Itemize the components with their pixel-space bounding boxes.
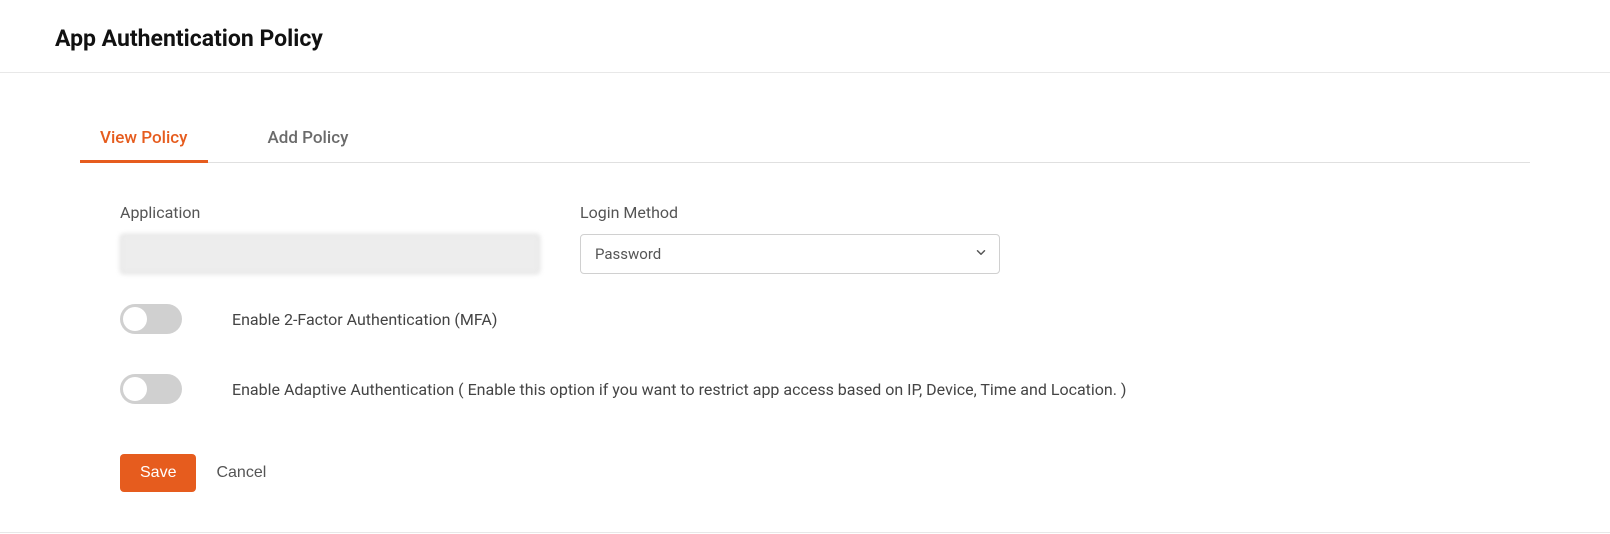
toggle-mfa-knob: [123, 307, 147, 331]
form-body: Application Login Method Password: [80, 163, 1530, 532]
toggle-row-mfa: Enable 2-Factor Authentication (MFA): [120, 304, 1510, 334]
bottom-divider: [0, 532, 1610, 533]
tab-bar: View Policy Add Policy: [80, 118, 1530, 163]
login-method-select-wrap: Password: [580, 234, 1000, 274]
application-input[interactable]: [120, 234, 540, 274]
tab-view-policy[interactable]: View Policy: [80, 118, 208, 163]
page-header: App Authentication Policy: [0, 0, 1610, 73]
login-method-select[interactable]: Password: [580, 234, 1000, 274]
page-title: App Authentication Policy: [55, 25, 1580, 52]
toggle-adaptive[interactable]: [120, 374, 182, 404]
toggle-mfa-label: Enable 2-Factor Authentication (MFA): [232, 310, 497, 329]
cancel-button[interactable]: Cancel: [216, 464, 266, 482]
application-label: Application: [120, 203, 540, 222]
login-method-field-group: Login Method Password: [580, 203, 1000, 274]
tab-add-policy[interactable]: Add Policy: [248, 118, 369, 163]
application-field-group: Application: [120, 203, 540, 274]
content-area: View Policy Add Policy Application Login…: [0, 118, 1610, 532]
toggle-mfa[interactable]: [120, 304, 182, 334]
field-row-main: Application Login Method Password: [120, 203, 1510, 274]
toggle-row-adaptive: Enable Adaptive Authentication ( Enable …: [120, 374, 1510, 404]
toggle-adaptive-knob: [123, 377, 147, 401]
save-button[interactable]: Save: [120, 454, 196, 492]
login-method-value: Password: [595, 245, 661, 263]
login-method-label: Login Method: [580, 203, 1000, 222]
button-row: Save Cancel: [120, 454, 1510, 492]
toggle-adaptive-label: Enable Adaptive Authentication ( Enable …: [232, 380, 1126, 399]
